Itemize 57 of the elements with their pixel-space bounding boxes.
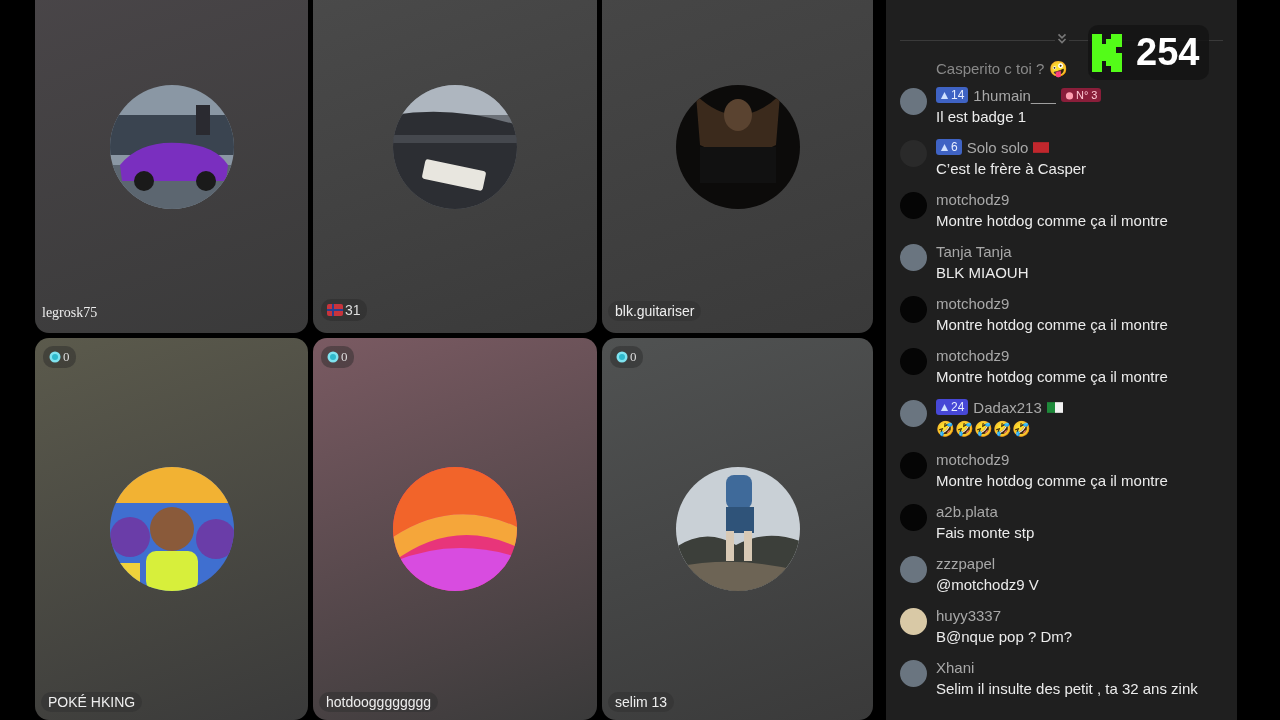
chat-message: Montre hotdog comme ça il montre — [936, 367, 1169, 387]
gem-icon — [49, 351, 61, 363]
chat-message: Il est badge 1 — [936, 107, 1028, 127]
gift-count-badge: 31 — [321, 299, 367, 321]
chat-message: BLK MIAOUH — [936, 263, 1030, 283]
stream-tile[interactable]: 31 — [313, 0, 597, 333]
streamer-name: blk.guitariser — [608, 301, 702, 321]
username[interactable]: Dadax213 — [973, 398, 1042, 416]
medal-icon — [1064, 90, 1074, 100]
stream-tile[interactable]: 0 POKÉ HKING — [35, 338, 308, 720]
username[interactable]: Solo solo — [966, 138, 1029, 156]
rank-badge: N° 3 — [1060, 88, 1102, 102]
flag-icon — [1046, 401, 1063, 413]
viewer-badge: 0 — [610, 346, 643, 368]
stream-tile[interactable]: 0 hotdoogggggggg — [313, 338, 597, 720]
gem-icon — [616, 351, 628, 363]
username[interactable]: motchodz9 — [936, 294, 1010, 312]
viewer-counter: 254 — [1088, 25, 1210, 80]
triangle-icon — [940, 142, 949, 152]
chat-message: Montre hotdog comme ça il montre — [936, 471, 1169, 491]
viewer-badge: 0 — [321, 346, 354, 368]
streamer-name: legrosk75 — [42, 305, 98, 321]
chat-message: @motchodz9 V — [936, 575, 1040, 595]
username[interactable]: 1humain___ — [973, 86, 1056, 104]
flag-icon — [327, 304, 343, 316]
chat-message: Montre hotdog comme ça il montre — [936, 315, 1169, 335]
level-badge: 24 — [936, 399, 969, 415]
chat-message: Casperito c toi ? 🤪 — [936, 60, 1069, 78]
level-badge: 6 — [936, 139, 962, 155]
flag-icon — [1033, 141, 1050, 153]
username[interactable]: motchodz9 — [936, 190, 1010, 208]
triangle-icon — [940, 90, 949, 100]
username[interactable]: Tanja Tanja — [936, 242, 1012, 260]
streamer-name: selim 13 — [608, 692, 675, 712]
username[interactable]: motchodz9 — [936, 346, 1010, 364]
username[interactable]: Xhani — [936, 658, 975, 676]
username[interactable]: motchodz9 — [936, 450, 1010, 468]
gem-icon — [327, 351, 339, 363]
chat-message: Selim il insulte des petit , ta 32 ans zink — [936, 679, 1198, 699]
chat-message: C’est le frère à Casper — [936, 159, 1088, 179]
viewer-badge: 0 — [43, 346, 76, 368]
username[interactable]: huyy3337 — [936, 606, 1002, 624]
stream-tile[interactable]: 0 selim 13 — [602, 338, 873, 720]
streamer-name: hotdoogggggggg — [319, 692, 439, 712]
logo-icon — [1092, 33, 1122, 72]
username[interactable]: a2b.plata — [936, 502, 998, 520]
username[interactable]: zzzpapel — [936, 554, 996, 572]
avatar[interactable] — [900, 608, 927, 635]
stream-tile[interactable]: legrosk75 — [35, 0, 308, 333]
chat-message: B@nque pop ? Dm? — [936, 627, 1074, 647]
chat-message: Montre hotdog comme ça il montre — [936, 211, 1169, 231]
level-badge: 14 — [936, 87, 969, 103]
streamer-name: POKÉ HKING — [41, 692, 143, 712]
chat-message: 🤣🤣🤣🤣🤣 — [936, 419, 1032, 439]
chat-message: Fais monte stp — [936, 523, 1036, 543]
triangle-icon — [940, 402, 949, 412]
stream-tile[interactable]: blk.guitariser — [602, 0, 873, 333]
